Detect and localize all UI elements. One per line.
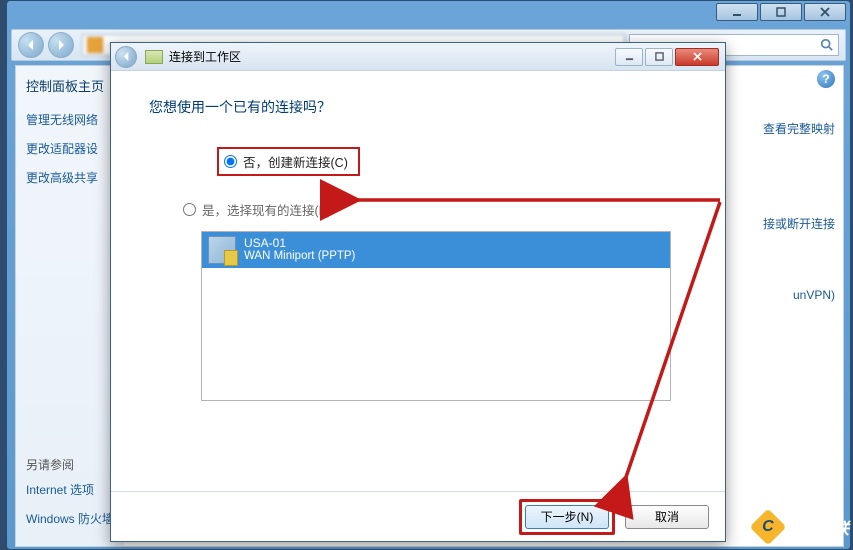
outer-close-button[interactable] bbox=[804, 3, 846, 21]
wizard-close-button[interactable] bbox=[675, 48, 719, 66]
wizard-icon bbox=[145, 50, 163, 64]
list-item[interactable]: USA-01 WAN Miniport (PPTP) bbox=[202, 232, 670, 268]
left-sidebar: 控制面板主页 管理无线网络 更改适配器设 更改高级共享 另请参阅 Interne… bbox=[16, 66, 124, 546]
wizard-minimize-button[interactable] bbox=[615, 48, 643, 66]
wizard-footer: 下一步(N) 取消 bbox=[111, 491, 725, 541]
connection-protocol: WAN Miniport (PPTP) bbox=[244, 250, 355, 263]
existing-connections-list[interactable]: USA-01 WAN Miniport (PPTP) bbox=[201, 231, 671, 401]
sidebar-header: 控制面板主页 bbox=[26, 76, 114, 95]
wizard-maximize-button[interactable] bbox=[645, 48, 673, 66]
right-partial-links: ? 查看完整映射 接或断开连接 unVPN) bbox=[715, 66, 843, 546]
radio-use-existing-label: 是，选择现有的连接(E) bbox=[202, 200, 331, 219]
link-adapter-settings[interactable]: 更改适配器设 bbox=[26, 140, 114, 157]
see-also-header: 另请参阅 bbox=[26, 456, 114, 473]
link-unvpn[interactable]: unVPN) bbox=[715, 288, 835, 302]
back-button[interactable] bbox=[18, 32, 44, 58]
minimize-button[interactable] bbox=[716, 3, 758, 21]
wizard-back-button[interactable] bbox=[115, 46, 137, 68]
folder-icon bbox=[87, 37, 103, 53]
radio-use-existing[interactable]: 是，选择现有的连接(E) bbox=[183, 200, 687, 219]
link-connect-disconnect[interactable]: 接或断开连接 bbox=[715, 215, 835, 232]
maximize-button[interactable] bbox=[760, 3, 802, 21]
forward-button[interactable] bbox=[48, 32, 74, 58]
link-full-map[interactable]: 查看完整映射 bbox=[715, 120, 835, 137]
wizard-titlebar: 连接到工作区 bbox=[111, 43, 725, 71]
titlebar bbox=[7, 1, 850, 27]
watermark-icon: C bbox=[750, 509, 787, 546]
next-button-highlight: 下一步(N) bbox=[519, 499, 615, 535]
cancel-button[interactable]: 取消 bbox=[625, 505, 709, 529]
connection-name: USA-01 bbox=[244, 237, 355, 250]
help-icon[interactable]: ? bbox=[817, 70, 835, 88]
link-internet-options[interactable]: Internet 选项 bbox=[26, 481, 114, 498]
radio-create-new[interactable]: 否，创建新连接(C) bbox=[217, 147, 360, 176]
wizard-title-text: 连接到工作区 bbox=[169, 48, 241, 65]
connection-icon bbox=[208, 236, 236, 264]
radio-use-existing-input[interactable] bbox=[183, 203, 196, 216]
link-manage-wireless[interactable]: 管理无线网络 bbox=[26, 111, 114, 128]
link-windows-firewall[interactable]: Windows 防火墙 bbox=[26, 510, 114, 527]
connect-workplace-wizard: 连接到工作区 您想使用一个已有的连接吗？ 否，创建新连接(C) 是，选择现有的连… bbox=[110, 42, 726, 542]
next-button[interactable]: 下一步(N) bbox=[525, 505, 609, 529]
radio-create-new-label: 否，创建新连接(C) bbox=[243, 152, 348, 171]
search-icon bbox=[820, 38, 834, 52]
link-advanced-sharing[interactable]: 更改高级共享 bbox=[26, 169, 114, 186]
wizard-body: 您想使用一个已有的连接吗？ 否，创建新连接(C) 是，选择现有的连接(E) US… bbox=[111, 71, 725, 491]
watermark: C 创新互联 bbox=[755, 514, 849, 540]
wizard-heading: 您想使用一个已有的连接吗？ bbox=[149, 97, 687, 117]
watermark-text: 创新互联 bbox=[785, 515, 849, 539]
radio-create-new-input[interactable] bbox=[224, 155, 237, 168]
